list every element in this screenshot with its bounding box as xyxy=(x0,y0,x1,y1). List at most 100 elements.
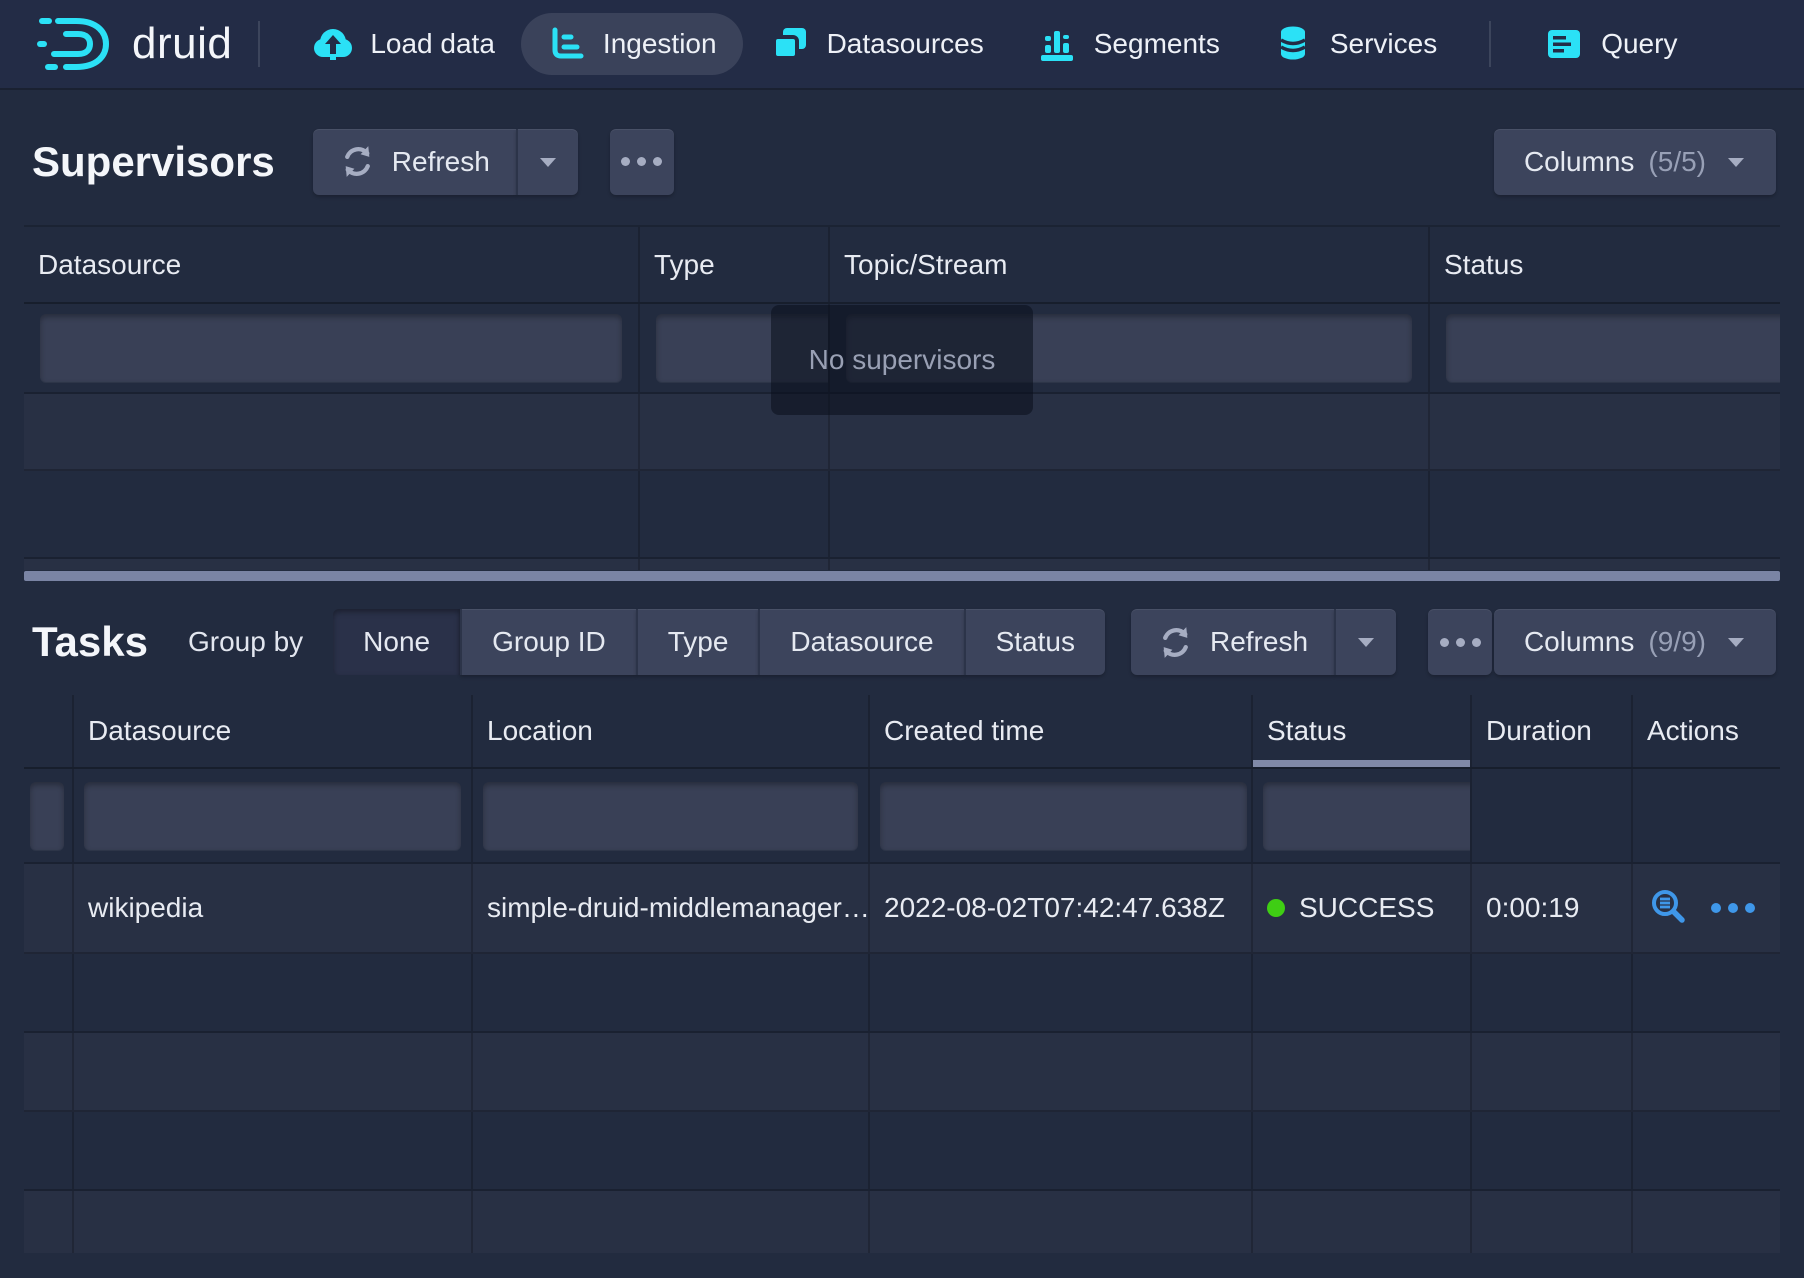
task-created-time: 2022-08-02T07:42:47.638Z xyxy=(870,864,1253,952)
nav-item-label: Ingestion xyxy=(603,28,717,60)
supervisors-col-status[interactable]: Status xyxy=(1430,227,1780,302)
tasks-empty-row xyxy=(24,1191,1780,1253)
tasks-col-created-time[interactable]: Created time xyxy=(870,695,1253,767)
druid-logo-icon xyxy=(36,13,116,75)
tasks-refresh-split-button: Refresh xyxy=(1131,609,1396,675)
top-navbar: druid Load data Ingestion xyxy=(0,0,1804,88)
supervisors-more-button[interactable] xyxy=(610,129,674,195)
columns-label: Columns xyxy=(1524,146,1634,178)
stacked-chart-icon xyxy=(1036,23,1078,65)
group-by-datasource-button[interactable]: Datasource xyxy=(758,609,963,675)
navbar-divider xyxy=(258,21,260,67)
tasks-col-status[interactable]: Status xyxy=(1253,695,1472,767)
supervisors-empty-row xyxy=(24,471,1780,559)
nav-load-data[interactable]: Load data xyxy=(286,13,521,75)
tasks-refresh-dropdown-button[interactable] xyxy=(1334,609,1396,675)
supervisors-horizontal-scrollbar[interactable] xyxy=(24,571,1780,583)
supervisors-refresh-dropdown-button[interactable] xyxy=(516,129,578,195)
tasks-table-header-row: Datasource Location Created time Status … xyxy=(24,695,1780,769)
supervisors-title: Supervisors xyxy=(32,138,275,186)
chevron-down-icon xyxy=(538,155,558,169)
cloud-upload-icon xyxy=(312,23,354,65)
console-icon xyxy=(1543,23,1585,65)
tasks-filter-row xyxy=(24,769,1780,864)
columns-count: (9/9) xyxy=(1648,626,1706,658)
supervisors-table-header-row: Datasource Type Topic/Stream Status xyxy=(24,227,1780,304)
refresh-icon xyxy=(1157,624,1194,661)
supervisors-col-type[interactable]: Type xyxy=(640,227,830,302)
task-datasource: wikipedia xyxy=(74,864,473,952)
tasks-status-filter-input[interactable] xyxy=(1263,782,1472,850)
more-icon xyxy=(621,157,662,166)
tasks-location-filter-input[interactable] xyxy=(483,782,858,850)
ingestion-view: Supervisors Refresh xyxy=(0,88,1804,1253)
nav-item-label: Services xyxy=(1330,28,1437,60)
supervisors-columns-button[interactable]: Columns (5/5) xyxy=(1494,129,1776,195)
more-icon xyxy=(1440,638,1481,647)
group-by-none-button[interactable]: None xyxy=(333,609,460,675)
tasks-datasource-filter-input[interactable] xyxy=(84,782,461,850)
druid-logo[interactable]: druid xyxy=(36,13,232,75)
tasks-columns-button[interactable]: Columns (9/9) xyxy=(1494,609,1776,675)
group-by-status-button[interactable]: Status xyxy=(964,609,1105,675)
nav-datasources[interactable]: Datasources xyxy=(743,13,1010,75)
tasks-col-duration[interactable]: Duration xyxy=(1472,695,1633,767)
supervisors-toolbar: Supervisors Refresh xyxy=(24,88,1780,225)
brand-text: druid xyxy=(132,19,232,69)
tasks-created-time-filter-input[interactable] xyxy=(880,782,1247,850)
database-icon xyxy=(1272,23,1314,65)
columns-label: Columns xyxy=(1524,626,1634,658)
supervisors-refresh-split-button: Refresh xyxy=(313,129,578,195)
supervisors-col-datasource[interactable]: Datasource xyxy=(24,227,640,302)
task-actions xyxy=(1633,864,1780,952)
columns-count: (5/5) xyxy=(1648,146,1706,178)
refresh-label: Refresh xyxy=(392,146,490,178)
nav-item-label: Datasources xyxy=(827,28,984,60)
tasks-empty-row xyxy=(24,954,1780,1033)
tasks-clipped-filter-input[interactable] xyxy=(30,782,64,850)
tasks-col-location[interactable]: Location xyxy=(473,695,870,767)
tasks-col-datasource[interactable]: Datasource xyxy=(74,695,473,767)
group-by-type-button[interactable]: Type xyxy=(636,609,759,675)
tasks-col-status-label: Status xyxy=(1267,715,1346,747)
navbar-divider xyxy=(1489,21,1491,67)
supervisors-refresh-button[interactable]: Refresh xyxy=(313,129,516,195)
nav-ingestion[interactable]: Ingestion xyxy=(521,13,743,75)
supervisors-table: Datasource Type Topic/Stream Status No s… xyxy=(24,225,1780,583)
nav-query[interactable]: Query xyxy=(1517,13,1703,75)
refresh-icon xyxy=(339,143,376,180)
tasks-more-button[interactable] xyxy=(1428,609,1492,675)
group-by-group-id-button[interactable]: Group ID xyxy=(460,609,636,675)
layers-icon xyxy=(769,23,811,65)
group-by-label: Group by xyxy=(188,626,303,658)
supervisors-status-filter-input[interactable] xyxy=(1446,314,1780,382)
tasks-empty-row xyxy=(24,1033,1780,1112)
nav-segments[interactable]: Segments xyxy=(1010,13,1246,75)
supervisors-empty-row xyxy=(24,559,1780,570)
chevron-down-icon xyxy=(1726,155,1746,169)
tasks-col-actions[interactable]: Actions xyxy=(1633,695,1780,767)
chevron-down-icon xyxy=(1356,635,1376,649)
refresh-label: Refresh xyxy=(1210,626,1308,658)
chevron-down-icon xyxy=(1726,635,1746,649)
scrollbar-thumb[interactable] xyxy=(24,571,1780,581)
more-actions-icon[interactable] xyxy=(1711,903,1755,913)
tasks-empty-row xyxy=(24,1112,1780,1191)
task-row-wikipedia[interactable]: wikipedia simple-druid-middlemanager… 20… xyxy=(24,864,1780,954)
magnifier-detail-icon[interactable] xyxy=(1649,888,1689,928)
nav-item-label: Load data xyxy=(370,28,495,60)
sort-indicator xyxy=(1253,760,1470,767)
bar-chart-icon xyxy=(547,24,587,64)
supervisors-datasource-filter-input[interactable] xyxy=(40,314,622,382)
tasks-col-clipped[interactable] xyxy=(24,695,74,767)
status-dot xyxy=(1267,899,1285,917)
supervisors-empty-message: No supervisors xyxy=(771,305,1033,415)
task-location: simple-druid-middlemanager… xyxy=(473,864,870,952)
task-duration: 0:00:19 xyxy=(1472,864,1633,952)
tasks-table: Datasource Location Created time Status … xyxy=(24,695,1780,1253)
nav-item-label: Query xyxy=(1601,28,1677,60)
supervisors-col-topic-stream[interactable]: Topic/Stream xyxy=(830,227,1430,302)
task-status-label: SUCCESS xyxy=(1299,892,1434,924)
tasks-refresh-button[interactable]: Refresh xyxy=(1131,609,1334,675)
nav-services[interactable]: Services xyxy=(1246,13,1463,75)
